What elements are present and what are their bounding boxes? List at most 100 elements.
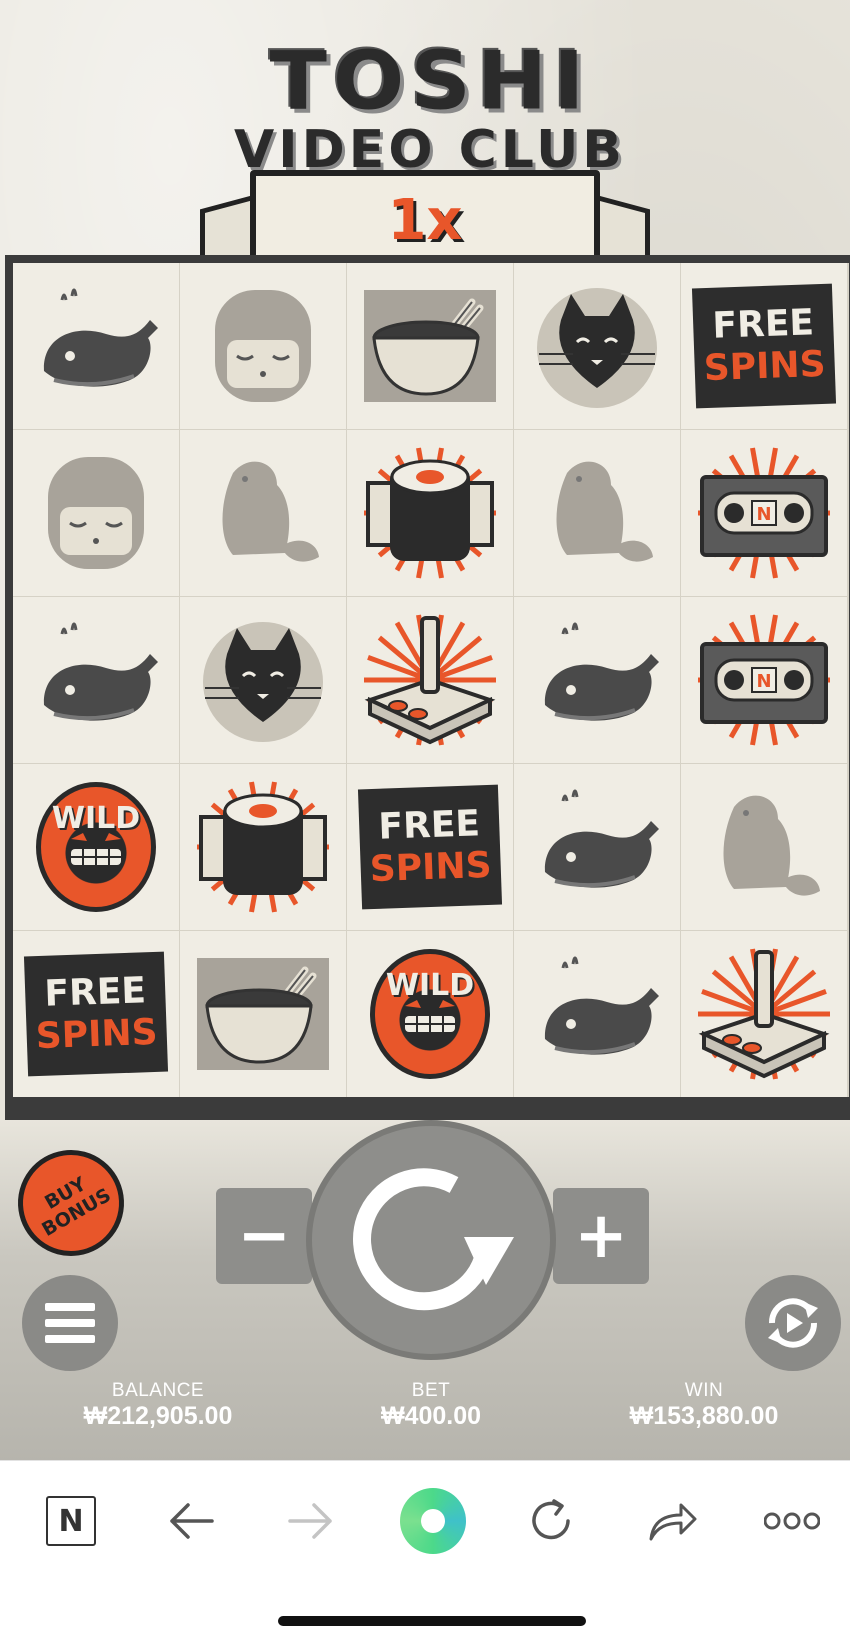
game-logo: TOSHI VIDEO CLUB 1x bbox=[190, 20, 670, 290]
free-spins-line2: SPINS bbox=[35, 1011, 159, 1058]
free-spins-line2: SPINS bbox=[703, 343, 827, 390]
share-button[interactable] bbox=[643, 1491, 703, 1551]
autoplay-button[interactable] bbox=[745, 1275, 841, 1371]
reel-cell: FREE SPINS bbox=[347, 764, 513, 930]
girl-symbol bbox=[193, 276, 333, 416]
win-value: ₩153,880.00 bbox=[629, 1402, 779, 1430]
cat-icon bbox=[203, 622, 323, 742]
free-spins-line1: FREE bbox=[711, 302, 815, 347]
beaver-icon bbox=[723, 795, 820, 896]
girl-icon bbox=[215, 290, 311, 402]
reel-cell bbox=[514, 430, 680, 596]
win-display: WIN ₩153,880.00 bbox=[584, 1380, 824, 1431]
reel-cell bbox=[514, 597, 680, 763]
bet-display: BET ₩400.00 bbox=[311, 1380, 551, 1431]
reel-cell bbox=[514, 764, 680, 930]
reel-cell bbox=[13, 263, 179, 429]
whale-symbol bbox=[527, 944, 667, 1084]
beaver-symbol bbox=[193, 443, 333, 583]
reload-button[interactable] bbox=[521, 1491, 581, 1551]
minus-icon: − bbox=[237, 1199, 291, 1273]
naver-home-button[interactable]: N bbox=[41, 1491, 101, 1551]
reel-cell: N bbox=[681, 597, 847, 763]
whale-icon bbox=[544, 956, 659, 1055]
home-indicator bbox=[278, 1616, 586, 1626]
win-label: WIN bbox=[684, 1380, 724, 1401]
whale-icon bbox=[43, 622, 158, 721]
whale-icon bbox=[544, 789, 659, 888]
cat-symbol bbox=[527, 276, 667, 416]
reel-cell bbox=[514, 263, 680, 429]
joystick-icon bbox=[364, 614, 496, 746]
girl-symbol bbox=[26, 443, 166, 583]
reel-frame: FREE SPINS N N WILD FREE SPINS FREE SPINS WILD bbox=[5, 255, 850, 1120]
whale-symbol bbox=[26, 276, 166, 416]
beaver-symbol bbox=[694, 777, 834, 917]
game-screen: TOSHI VIDEO CLUB 1x FREE SPINS N N WILD FREE S… bbox=[0, 0, 850, 1460]
sushi-symbol bbox=[193, 777, 333, 917]
forward-button[interactable] bbox=[281, 1491, 341, 1551]
reel-cell: WILD bbox=[347, 931, 513, 1097]
joystick-icon bbox=[698, 948, 830, 1080]
reel-cell: N bbox=[681, 430, 847, 596]
reel-cell: FREE SPINS bbox=[681, 263, 847, 429]
whale-icon bbox=[544, 622, 659, 721]
balance-value: ₩212,905.00 bbox=[83, 1402, 233, 1430]
whale-symbol bbox=[527, 610, 667, 750]
bowl-symbol bbox=[193, 944, 333, 1084]
share-arrow-icon bbox=[649, 1503, 697, 1541]
reel-cell bbox=[180, 430, 346, 596]
beaver-symbol bbox=[527, 443, 667, 583]
whale-symbol bbox=[527, 777, 667, 917]
logo-title-line1: TOSHI bbox=[269, 34, 591, 128]
back-button[interactable] bbox=[161, 1491, 221, 1551]
menu-button[interactable] bbox=[22, 1275, 118, 1371]
wild-label: WILD bbox=[51, 801, 141, 836]
joystick-symbol bbox=[360, 610, 500, 750]
naver-logo-icon: N bbox=[46, 1496, 96, 1546]
free-spins-line2: SPINS bbox=[369, 844, 493, 891]
vhs-icon: N bbox=[698, 447, 830, 579]
bowl-icon bbox=[197, 958, 329, 1070]
reel-cell bbox=[180, 931, 346, 1097]
wild-label: WILD bbox=[385, 968, 475, 1003]
free-spins-symbol: FREE SPINS bbox=[357, 784, 503, 910]
plus-icon: + bbox=[574, 1199, 628, 1273]
hamburger-icon bbox=[45, 1303, 95, 1343]
cat-icon bbox=[537, 288, 657, 408]
beaver-icon bbox=[556, 461, 653, 562]
bowl-icon bbox=[364, 290, 496, 402]
wild-symbol: WILD bbox=[36, 782, 156, 912]
free-spins-symbol: FREE SPINS bbox=[23, 951, 169, 1077]
vhs-symbol: N bbox=[694, 443, 834, 583]
multiplier-value: 1x bbox=[387, 187, 463, 253]
reload-icon bbox=[532, 1499, 570, 1540]
spin-button[interactable] bbox=[306, 1120, 556, 1360]
vhs-letter: N bbox=[756, 671, 771, 692]
autoplay-icon bbox=[768, 1298, 818, 1348]
reel-grid: FREE SPINS N N WILD FREE SPINS FREE SPINS WILD bbox=[13, 263, 849, 1097]
reel-cell bbox=[347, 597, 513, 763]
beaver-icon bbox=[222, 461, 319, 562]
reel-cell bbox=[681, 764, 847, 930]
girl-icon bbox=[48, 457, 144, 569]
green-dot-button[interactable] bbox=[399, 1487, 467, 1555]
reel-cell bbox=[180, 597, 346, 763]
whale-icon bbox=[43, 288, 158, 387]
decrease-bet-button[interactable]: − bbox=[216, 1188, 312, 1284]
reel-cell bbox=[681, 931, 847, 1097]
arrow-right-icon bbox=[288, 1503, 332, 1539]
reel-cell bbox=[347, 430, 513, 596]
green-dot-icon bbox=[400, 1488, 466, 1554]
free-spins-line1: FREE bbox=[43, 970, 147, 1015]
whale-symbol bbox=[26, 610, 166, 750]
balance-display: BALANCE ₩212,905.00 bbox=[38, 1380, 278, 1431]
free-spins-symbol: FREE SPINS bbox=[691, 283, 837, 409]
more-button[interactable] bbox=[762, 1491, 822, 1551]
increase-bet-button[interactable]: + bbox=[553, 1188, 649, 1284]
arrow-left-icon bbox=[170, 1503, 214, 1539]
reel-cell bbox=[347, 263, 513, 429]
balance-label: BALANCE bbox=[111, 1380, 205, 1401]
vhs-letter: N bbox=[756, 504, 771, 525]
bet-value: ₩400.00 bbox=[380, 1402, 482, 1430]
